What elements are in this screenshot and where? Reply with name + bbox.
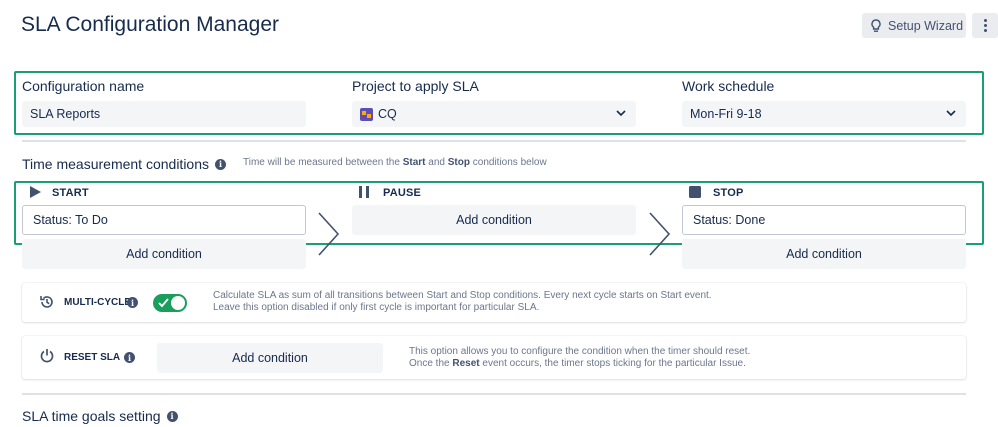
stop-condition-value: Status: Done: [693, 213, 766, 227]
config-name-value: SLA Reports: [30, 107, 101, 121]
reset-desc-text: Once the: [409, 358, 450, 369]
goals-title-text: SLA time goals setting: [22, 408, 161, 424]
more-options-button[interactable]: [972, 13, 998, 38]
config-name-input[interactable]: SLA Reports: [22, 101, 306, 127]
pause-add-condition-label: Add condition: [456, 213, 532, 227]
multicycle-description: Calculate SLA as sum of all transitions …: [213, 290, 712, 314]
section-divider: [22, 393, 966, 395]
pause-label: PAUSE: [383, 187, 422, 199]
play-icon: [30, 186, 41, 198]
hint-text: conditions below: [472, 157, 547, 168]
reset-add-condition-label: Add condition: [232, 351, 308, 365]
section-divider: [22, 140, 966, 142]
power-icon: [40, 349, 54, 363]
project-select[interactable]: CQ: [352, 101, 636, 127]
toggle-knob: [171, 296, 185, 310]
lightbulb-icon: [871, 18, 881, 32]
reset-description: This option allows you to configure the …: [409, 346, 750, 370]
project-avatar-icon: [360, 107, 373, 121]
time-conditions-title: Time measurement conditions i: [22, 156, 227, 172]
project-value: CQ: [378, 107, 397, 121]
more-dot-icon: [983, 19, 987, 22]
stop-add-condition-button[interactable]: Add condition: [682, 239, 966, 269]
start-label: START: [52, 187, 89, 199]
check-icon: [158, 298, 169, 308]
info-icon[interactable]: i: [166, 410, 178, 422]
hint-stop: Stop: [447, 157, 470, 168]
stop-condition-field[interactable]: Status: Done: [682, 205, 966, 235]
reset-desc-bold: Reset: [452, 358, 480, 369]
stop-add-condition-label: Add condition: [786, 247, 862, 261]
stop-label: STOP: [713, 187, 744, 199]
hint-text: Time will be measured between the: [243, 157, 400, 168]
start-condition-value: Status: To Do: [33, 213, 108, 227]
setup-wizard-button[interactable]: Setup Wizard: [862, 13, 966, 38]
pause-icon: [359, 186, 369, 198]
start-add-condition-label: Add condition: [126, 247, 202, 261]
goals-title: SLA time goals setting i: [22, 408, 178, 424]
more-dot-icon: [983, 29, 987, 32]
multicycle-desc-line1: Calculate SLA as sum of all transitions …: [213, 290, 712, 301]
hint-text: and: [428, 157, 445, 168]
start-add-condition-button[interactable]: Add condition: [22, 239, 306, 269]
start-condition-field[interactable]: Status: To Do: [22, 205, 306, 235]
schedule-label: Work schedule: [682, 78, 775, 94]
time-conditions-hint: Time will be measured between the Start …: [243, 157, 547, 168]
reset-desc-line1: This option allows you to configure the …: [409, 346, 751, 357]
schedule-select[interactable]: Mon-Fri 9-18: [682, 101, 966, 127]
hint-start: Start: [402, 157, 426, 168]
chevron-down-icon: [946, 110, 956, 117]
page-title: SLA Configuration Manager: [21, 13, 279, 36]
info-icon[interactable]: i: [215, 158, 227, 170]
reset-add-condition-button[interactable]: Add condition: [157, 343, 383, 373]
chevron-down-icon: [616, 110, 626, 117]
time-conditions-title-text: Time measurement conditions: [22, 156, 210, 172]
more-dot-icon: [983, 24, 987, 27]
reset-desc-text: event occurs, the timer stops ticking fo…: [482, 358, 746, 369]
schedule-value: Mon-Fri 9-18: [690, 107, 762, 121]
reset-label: RESET SLA: [64, 352, 121, 363]
stop-icon: [689, 186, 701, 198]
reset-desc-line2: Once the Reset event occurs, the timer s…: [409, 358, 750, 370]
info-icon[interactable]: i: [127, 297, 138, 308]
config-name-label: Configuration name: [22, 78, 145, 94]
multicycle-desc-line2: Leave this option disabled if only first…: [213, 302, 540, 313]
multicycle-toggle[interactable]: [153, 294, 187, 312]
multicycle-label: MULTI-CYCLE: [64, 297, 132, 308]
info-icon[interactable]: i: [124, 352, 135, 363]
setup-wizard-label: Setup Wizard: [888, 18, 964, 33]
arrow-right-icon: [649, 212, 671, 256]
pause-add-condition-button[interactable]: Add condition: [352, 205, 636, 235]
project-label: Project to apply SLA: [352, 78, 479, 94]
history-icon: [40, 296, 53, 308]
arrow-right-icon: [318, 212, 340, 256]
